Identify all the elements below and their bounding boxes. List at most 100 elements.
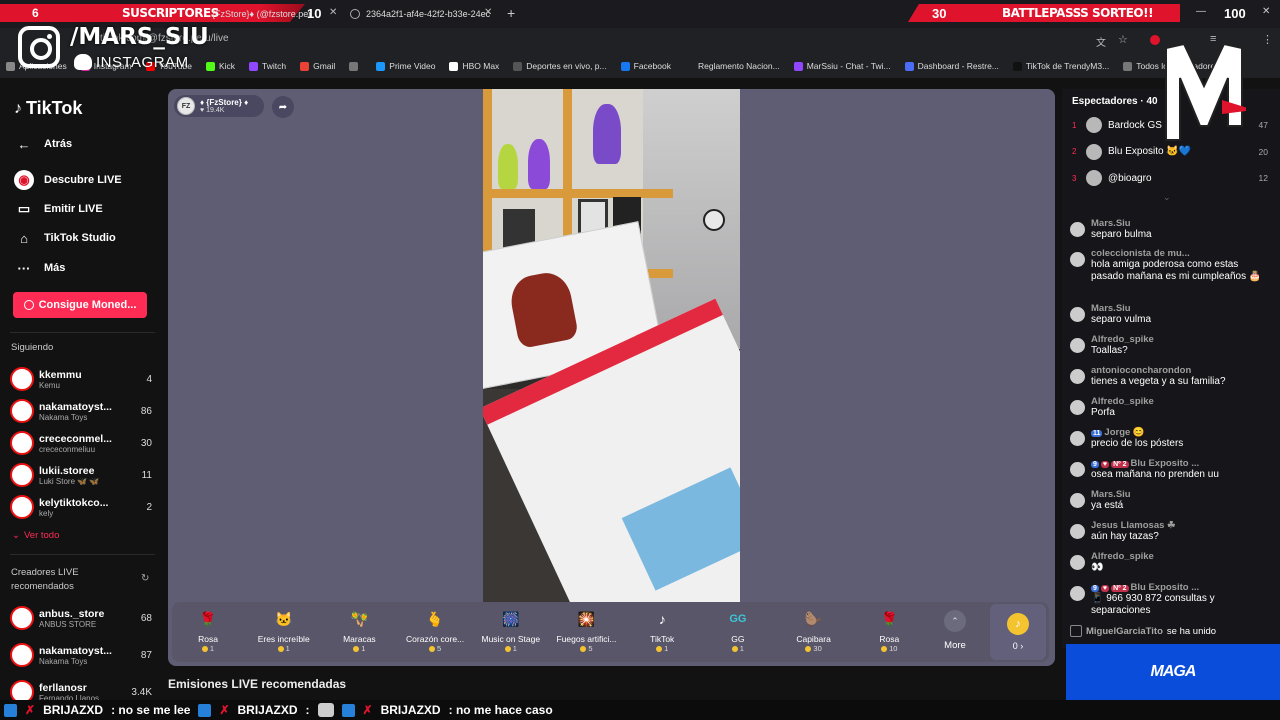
avatar[interactable]	[1070, 431, 1085, 446]
account-item[interactable]: kelytiktokco... kely 2	[10, 492, 152, 522]
chat-user-line: Mars.Siu	[1091, 218, 1152, 229]
account-item[interactable]: kkemmu Kemu 4	[10, 364, 152, 394]
gift-item[interactable]: GG GG 1	[703, 608, 773, 653]
account-item[interactable]: nakamatoyst... Nakama Toys 86	[10, 396, 152, 426]
bookmark-item[interactable]: Kick	[205, 61, 235, 71]
chat-text: Porfa	[1091, 407, 1115, 418]
account-item[interactable]: crececonmel... crececonmeliuu 30	[10, 428, 152, 458]
refresh-icon[interactable]: ↻	[141, 573, 149, 584]
extension-icon[interactable]	[1150, 35, 1160, 45]
gift-item[interactable]: 🎆 Music on Stage 1	[476, 608, 546, 654]
bookmark-item[interactable]: Gmail	[300, 61, 335, 71]
browser-tab-1[interactable]: {FzStore}♦ (@fzstore.per	[212, 4, 311, 24]
avatar[interactable]	[1070, 369, 1085, 384]
nav-discover-live[interactable]: ◉ Descubre LIVE	[14, 170, 122, 190]
chat-username[interactable]: Mars.Siu	[1091, 489, 1131, 500]
gift-cost-value: 1	[739, 644, 744, 653]
bookmark-item[interactable]: Dashboard - Restre...	[904, 61, 999, 71]
bookmark-item[interactable]: Deportes en vivo, p...	[513, 61, 607, 71]
get-coins-button[interactable]: Consigue Moned...	[13, 292, 147, 318]
chat-username[interactable]: Jorge 😊	[1104, 427, 1144, 438]
viewer-count: 30	[140, 437, 152, 449]
bookmark-item[interactable]: Facebook	[620, 61, 671, 71]
avatar[interactable]	[1070, 252, 1085, 267]
viewers-title[interactable]: Espectadores · 40	[1072, 96, 1158, 107]
chat-username[interactable]: Jesus Llamosas ☘	[1091, 520, 1176, 531]
tab-close-icon[interactable]: ✕	[484, 7, 492, 18]
minimize-icon[interactable]: —	[1196, 6, 1206, 17]
chat-body: Mars.Siu ya está	[1091, 489, 1131, 512]
top-viewer[interactable]: 3 @bioagro 12	[1072, 168, 1268, 188]
avatar[interactable]	[1070, 307, 1085, 322]
chat-body: Mars.Siu separo vulma	[1091, 303, 1151, 326]
avatar[interactable]	[1070, 555, 1085, 570]
gift-item[interactable]: 🦫 Capibara 30	[779, 608, 849, 654]
chat-message: Mars.Siu ya está	[1070, 489, 1270, 512]
bookmark-label: Twitch	[262, 61, 287, 71]
chat-username[interactable]: Alfredo_spike	[1091, 334, 1154, 345]
translate-icon[interactable]: 文	[1096, 34, 1106, 49]
following-title: Siguiendo	[11, 342, 54, 353]
avatar[interactable]	[1070, 524, 1085, 539]
bookmark-item[interactable]: MarSsiu - Chat - Twi...	[793, 61, 891, 71]
gift-item[interactable]: 🪇 Maracas 1	[324, 608, 394, 654]
chat-username[interactable]: coleccionista de mu...	[1091, 248, 1190, 259]
coin-icon	[656, 645, 663, 652]
tab-close-icon[interactable]: ✕	[329, 7, 337, 18]
bookmark-item[interactable]: Twitch	[249, 61, 286, 71]
chat-username[interactable]: Blu Exposito ...	[1131, 458, 1200, 469]
tiktok-logo[interactable]: ♪ TikTok	[14, 98, 82, 119]
avatar[interactable]	[1070, 222, 1085, 237]
tiktok-note-icon: ♪	[14, 99, 22, 117]
bookmark-item[interactable]	[349, 61, 362, 71]
chat-username[interactable]: Mars.Siu	[1091, 303, 1131, 314]
new-tab-icon[interactable]: +	[507, 5, 515, 21]
nav-back[interactable]: ← Atrás	[14, 134, 73, 154]
bookmark-item[interactable]: HBO Max	[449, 61, 499, 71]
see-all-link[interactable]: ⌄ Ver todo	[12, 530, 59, 541]
chat-username[interactable]: antonioconcharondon	[1091, 365, 1191, 376]
avatar[interactable]	[1070, 462, 1085, 477]
bookmark-label: MarSsiu - Chat - Twi...	[806, 61, 891, 71]
bookmark-item[interactable]: TikTok de TrendyM3...	[1012, 61, 1109, 71]
avatar[interactable]	[1070, 338, 1085, 353]
gift-item[interactable]: 🎇 Fuegos artifici... 5	[552, 608, 622, 654]
chat-username[interactable]: Blu Exposito ...	[1131, 582, 1200, 593]
avatar[interactable]	[1070, 586, 1085, 601]
chat-user-line: Mars.Siu	[1091, 303, 1151, 314]
gift-item[interactable]: 🌹 Rosa 10	[854, 608, 924, 654]
bookmark-item[interactable]: Prime Video	[376, 61, 435, 71]
nav-more[interactable]: ··· Más	[14, 258, 66, 278]
more-gifts-button[interactable]: ⌃ More	[940, 610, 970, 651]
avatar[interactable]	[1070, 493, 1085, 508]
gift-item[interactable]: 🫰 Corazón core... 5	[400, 608, 470, 654]
video-frame[interactable]	[483, 89, 740, 602]
chat-username[interactable]: Alfredo_spike	[1091, 396, 1154, 407]
gift-item[interactable]: 🐱 Eres increíble 1	[249, 608, 319, 654]
star-icon[interactable]: ☆	[1118, 33, 1128, 46]
gift-item[interactable]: 🌹 Rosa 1	[173, 608, 243, 654]
avatar[interactable]	[1070, 400, 1085, 415]
account-item[interactable]: lukii.storee Luki Store 🦋 🦋 11	[10, 460, 152, 490]
browser-tab-2[interactable]: 2364a2f1-af4e-42f2-b33e-24ec	[350, 4, 490, 24]
joined-user[interactable]: MiguelGarciaTito	[1086, 626, 1163, 637]
gift-item[interactable]: ♪ TikTok 1	[627, 608, 697, 653]
nav-go-live[interactable]: ▭ Emitir LIVE	[14, 199, 103, 219]
close-window-icon[interactable]: ✕	[1262, 6, 1270, 17]
coin-icon	[805, 645, 812, 652]
kebab-menu-icon[interactable]: ⋮	[1262, 33, 1273, 46]
nav-tiktok-studio[interactable]: ⌂ TikTok Studio	[14, 228, 116, 248]
expand-viewers-icon[interactable]: ⌄	[1163, 192, 1171, 203]
chat-username[interactable]: Mars.Siu	[1091, 218, 1131, 229]
share-button[interactable]: ➦	[272, 96, 294, 118]
account-item[interactable]: anbus._store ANBUS STORE 68	[10, 603, 152, 633]
gift-cost: 1	[656, 644, 668, 653]
bookmark-item[interactable]: Reglamento Nacion...	[684, 61, 780, 71]
twitch-icon	[341, 703, 355, 717]
chat-user-line: Alfredo_spike	[1091, 396, 1154, 407]
chat-body: Alfredo_spike Toallas?	[1091, 334, 1154, 357]
host-pill[interactable]: FZ ♦ {FzStore} ♦ ♥ 19.4K	[174, 95, 264, 117]
account-item[interactable]: nakamatoyst... Nakama Toys 87	[10, 640, 152, 670]
chat-username[interactable]: Alfredo_spike	[1091, 551, 1154, 562]
wallet-button[interactable]: ♪ 0 ›	[990, 604, 1046, 660]
